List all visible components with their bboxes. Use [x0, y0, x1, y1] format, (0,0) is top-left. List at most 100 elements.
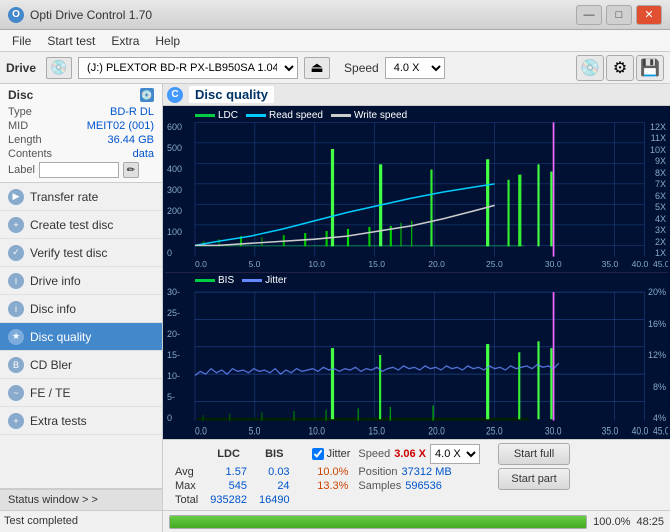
- close-button[interactable]: ✕: [636, 5, 662, 25]
- svg-text:20.0: 20.0: [428, 259, 445, 269]
- speed-stat-label: Speed: [358, 448, 390, 460]
- menu-help[interactable]: Help: [147, 32, 188, 50]
- nav-label-extra-tests: Extra tests: [30, 414, 87, 428]
- status-window-button[interactable]: Status window > >: [0, 489, 162, 511]
- bis-chart: BIS Jitter 30-25-20-15-10-5-0 20%16%12%8…: [165, 273, 668, 437]
- nav-label-create-test-disc: Create test disc: [30, 218, 113, 232]
- nav-label-verify-test-disc: Verify test disc: [30, 246, 107, 260]
- avg-jitter: 10.0%: [308, 465, 355, 479]
- nav-icon-create-test-disc: +: [8, 217, 24, 233]
- chart1-svg: 0.0 5.0 10.0 15.0 20.0 25.0 30.0 35.0 40…: [165, 108, 668, 272]
- contents-label: Contents: [8, 148, 52, 160]
- nav-fe-te[interactable]: ~ FE / TE: [0, 379, 162, 407]
- content-header: C Disc quality: [163, 84, 670, 106]
- svg-text:40.0: 40.0: [632, 425, 649, 437]
- nav-icon-verify-test-disc: ✓: [8, 245, 24, 261]
- total-label: Total: [169, 493, 204, 507]
- stats-panel: LDC BIS Jitter Speed 3.06 X: [163, 439, 670, 510]
- stats-table: LDC BIS Jitter Speed 3.06 X: [169, 443, 484, 507]
- nav-label-disc-info: Disc info: [30, 302, 76, 316]
- nav-drive-info[interactable]: i Drive info: [0, 267, 162, 295]
- max-bis: 24: [253, 479, 296, 493]
- nav-transfer-rate[interactable]: ▶ Transfer rate: [0, 183, 162, 211]
- status-bar: Status window > > Test completed: [0, 488, 162, 532]
- max-jitter: 13.3%: [308, 479, 355, 493]
- mid-value: MEIT02 (001): [87, 120, 154, 132]
- svg-text:0.0: 0.0: [195, 425, 207, 437]
- mid-label: MID: [8, 120, 28, 132]
- disc-panel-title: Disc: [8, 88, 33, 102]
- nav-icon-transfer-rate: ▶: [8, 189, 24, 205]
- jitter-checkbox[interactable]: Jitter: [312, 448, 351, 460]
- nav-label-transfer-rate: Transfer rate: [30, 190, 98, 204]
- svg-text:35.0: 35.0: [602, 259, 619, 269]
- svg-text:30.0: 30.0: [545, 425, 562, 437]
- start-part-button[interactable]: Start part: [498, 468, 570, 490]
- max-label: Max: [169, 479, 204, 493]
- type-value: BD-R DL: [110, 106, 154, 118]
- svg-text:35.0: 35.0: [602, 425, 619, 437]
- sidebar-nav: ▶ Transfer rate + Create test disc ✓ Ver…: [0, 183, 162, 488]
- legend-read-speed: Read speed: [269, 110, 323, 121]
- svg-text:30.0: 30.0: [545, 259, 562, 269]
- col-bis: BIS: [253, 443, 296, 465]
- legend-ldc: LDC: [218, 110, 238, 121]
- menubar: File Start test Extra Help: [0, 30, 670, 52]
- start-full-button[interactable]: Start full: [498, 443, 570, 465]
- progress-percent: 100.0%: [593, 516, 630, 528]
- legend-write-speed: Write speed: [354, 110, 407, 121]
- sidebar: Disc 💿 Type BD-R DL MID MEIT02 (001) Len…: [0, 84, 163, 532]
- action-buttons: Start full Start part: [498, 443, 570, 490]
- menu-start-test[interactable]: Start test: [39, 32, 103, 50]
- nav-verify-test-disc[interactable]: ✓ Verify test disc: [0, 239, 162, 267]
- length-label: Length: [8, 134, 42, 146]
- svg-text:15.0: 15.0: [368, 425, 385, 437]
- avg-ldc: 1.57: [204, 465, 253, 479]
- nav-disc-quality[interactable]: ★ Disc quality: [0, 323, 162, 351]
- ldc-chart: LDC Read speed Write speed 6005004003002…: [165, 108, 668, 273]
- svg-text:0.0: 0.0: [195, 259, 207, 269]
- disc-panel: Disc 💿 Type BD-R DL MID MEIT02 (001) Len…: [0, 84, 162, 183]
- settings-icon-btn[interactable]: ⚙: [606, 55, 634, 81]
- drivebar: Drive 💿 (J:) PLEXTOR BD-R PX-LB950SA 1.0…: [0, 52, 670, 84]
- nav-label-disc-quality: Disc quality: [30, 330, 91, 344]
- jitter-label: Jitter: [327, 448, 351, 460]
- main-layout: Disc 💿 Type BD-R DL MID MEIT02 (001) Len…: [0, 84, 670, 532]
- save-icon-btn[interactable]: 💾: [636, 55, 664, 81]
- label-edit-btn[interactable]: ✏: [123, 162, 139, 178]
- progress-bar: [169, 515, 587, 529]
- svg-text:15.0: 15.0: [368, 259, 385, 269]
- chart1-legend: LDC Read speed Write speed: [195, 110, 407, 121]
- progress-bar-container: Test completed: [0, 511, 162, 532]
- label-input[interactable]: [39, 162, 119, 178]
- total-ldc: 935282: [204, 493, 253, 507]
- drive-select[interactable]: (J:) PLEXTOR BD-R PX-LB950SA 1.04: [78, 57, 298, 79]
- nav-icon-extra-tests: +: [8, 413, 24, 429]
- nav-create-test-disc[interactable]: + Create test disc: [0, 211, 162, 239]
- nav-cd-bler[interactable]: B CD Bler: [0, 351, 162, 379]
- nav-disc-info[interactable]: i Disc info: [0, 295, 162, 323]
- nav-icon-cd-bler: B: [8, 357, 24, 373]
- svg-text:20.0: 20.0: [428, 425, 445, 437]
- avg-label: Avg: [169, 465, 204, 479]
- eject-button[interactable]: ⏏: [304, 57, 330, 79]
- toolbar-icons: 💿 ⚙ 💾: [576, 55, 664, 81]
- label-label: Label: [8, 164, 35, 176]
- menu-file[interactable]: File: [4, 32, 39, 50]
- jitter-check[interactable]: [312, 448, 324, 460]
- disc-quality-title: Disc quality: [189, 86, 274, 103]
- svg-text:25.0: 25.0: [486, 425, 503, 437]
- nav-extra-tests[interactable]: + Extra tests: [0, 407, 162, 435]
- speed-select[interactable]: 4.0 X: [385, 57, 445, 79]
- nav-label-cd-bler: CD Bler: [30, 358, 72, 372]
- disc-icon-btn[interactable]: 💿: [576, 55, 604, 81]
- svg-text:10.0: 10.0: [308, 425, 325, 437]
- speed-stat-select[interactable]: 4.0 X: [430, 444, 480, 464]
- minimize-button[interactable]: —: [576, 5, 602, 25]
- avg-bis: 0.03: [253, 465, 296, 479]
- status-window-label: Status window > >: [8, 494, 98, 506]
- drive-icon-btn[interactable]: 💿: [46, 57, 72, 79]
- menu-extra[interactable]: Extra: [103, 32, 147, 50]
- maximize-button[interactable]: □: [606, 5, 632, 25]
- nav-icon-drive-info: i: [8, 273, 24, 289]
